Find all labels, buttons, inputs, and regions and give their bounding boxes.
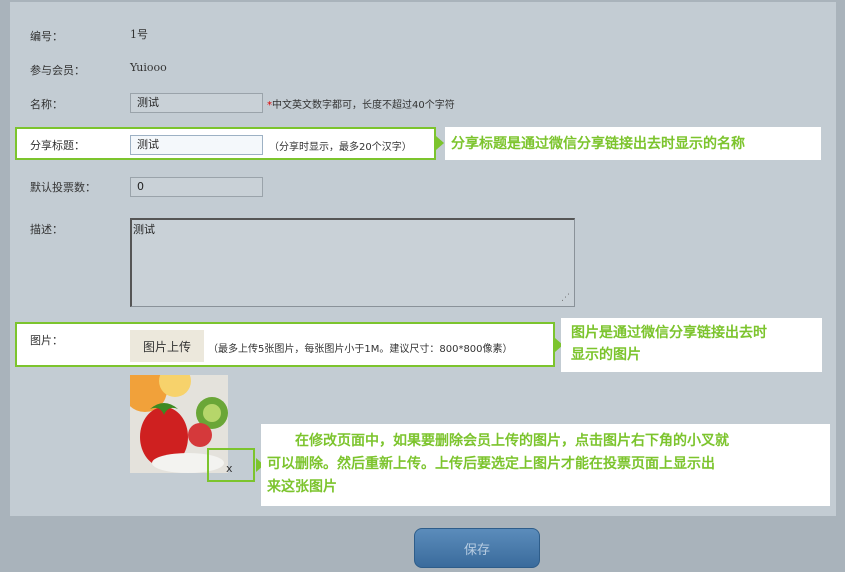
image-label: 图片： (30, 334, 63, 347)
share-title-input[interactable]: 测试 (130, 135, 263, 155)
description-textarea[interactable]: 测试 (130, 218, 575, 307)
image-callout: 图片是通过微信分享链接出去时 显示的图片 (561, 318, 822, 372)
default-votes-label: 默认投票数： (30, 181, 96, 194)
delete-callout-line1: 在修改页面中，如果要删除会员上传的图片，点击图片右下角的小叉就 (267, 433, 729, 449)
share-title-label: 分享标题： (30, 139, 85, 152)
delete-callout-line2: 可以删除。然后重新上传。上传后要选定上图片才能在投票页面上显示出 (267, 456, 715, 472)
number-label: 编号： (30, 30, 63, 43)
image-callout-line1: 图片是通过微信分享链接出去时 (571, 325, 767, 341)
name-hint: *中文英文数字都可，长度不超过40个字符 (267, 96, 455, 111)
name-label: 名称： (30, 98, 63, 111)
name-hint-text: 中文英文数字都可，长度不超过40个字符 (272, 100, 455, 111)
share-title-arrow-icon (436, 136, 444, 150)
number-value: 1号 (130, 28, 148, 41)
delete-callout-line3: 来这张图片 (267, 479, 337, 495)
member-value: Yuiooo (130, 61, 167, 74)
share-title-hint: （分享时显示，最多20个汉字） (269, 142, 412, 153)
save-button[interactable]: 保存 (414, 528, 540, 568)
image-hint: （最多上传5张图片，每张图片小于1M。建议尺寸：800*800像素） (208, 344, 513, 355)
default-votes-input[interactable]: 0 (130, 177, 263, 197)
upload-image-button[interactable]: 图片上传 (130, 330, 204, 362)
member-label: 参与会员： (30, 64, 85, 77)
share-title-callout: 分享标题是通过微信分享链接出去时显示的名称 (445, 127, 821, 160)
delete-image-x[interactable]: x (226, 462, 233, 475)
delete-callout: 在修改页面中，如果要删除会员上传的图片，点击图片右下角的小叉就 可以删除。然后重… (261, 424, 830, 506)
description-label: 描述： (30, 223, 63, 236)
name-input[interactable]: 测试 (130, 93, 263, 113)
image-callout-line2: 显示的图片 (571, 347, 641, 363)
resize-handle-icon[interactable]: ⋰ (561, 293, 570, 303)
